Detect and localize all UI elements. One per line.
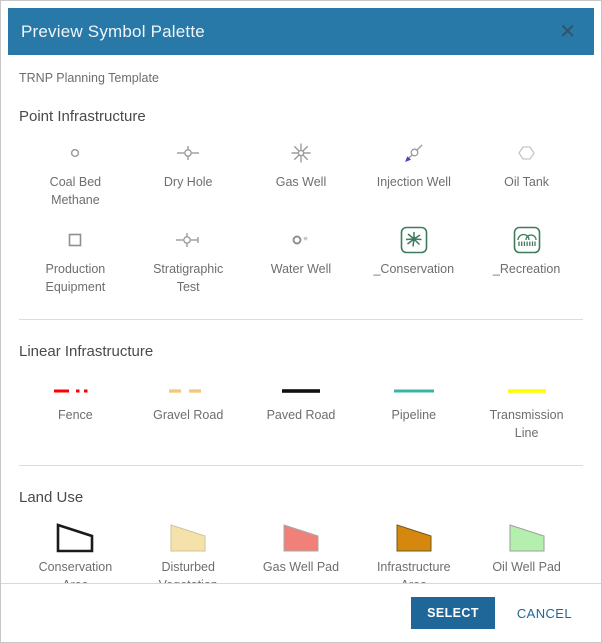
palette-item-gravel-road: Gravel Road — [132, 378, 245, 442]
disturbed-vegetation-polygon-symbol — [167, 520, 209, 556]
preview-symbol-palette-dialog: Preview Symbol Palette ✕ TRNP Planning T… — [0, 0, 602, 643]
palette-item-label: Gravel Road — [153, 407, 223, 425]
palette-item-coal-bed-methane: Coal Bed Methane — [19, 135, 132, 209]
palette-item-label: Water Well — [271, 261, 331, 279]
palette-item-injection-well: Injection Well — [357, 135, 470, 209]
fence-line-symbol — [53, 378, 97, 404]
oil-well-pad-polygon-symbol — [506, 520, 548, 556]
palette-item-paved-road: Paved Road — [245, 378, 358, 442]
palette-item-transmission-line: Transmission Line — [470, 378, 583, 442]
conservation-icon — [400, 222, 428, 258]
palette-item-pipeline: Pipeline — [357, 378, 470, 442]
dialog-title: Preview Symbol Palette — [21, 22, 205, 42]
palette-item-label: Paved Road — [267, 407, 336, 425]
palette-item-recreation: _Recreation — [470, 222, 583, 296]
palette-item-water-well: Water Well — [245, 222, 358, 296]
gravel-road-line-symbol — [166, 378, 210, 404]
dialog-body: TRNP Planning Template Point Infrastruct… — [8, 71, 594, 607]
section-heading-linear-infrastructure: Linear Infrastructure — [19, 343, 583, 360]
palette-item-label: Coal Bed Methane — [27, 174, 123, 209]
palette-item-oil-tank: Oil Tank — [470, 135, 583, 209]
palette-item-label: Production Equipment — [27, 261, 123, 296]
paved-road-line-symbol — [279, 378, 323, 404]
gas-well-symbol — [289, 135, 313, 171]
section-divider — [19, 319, 583, 320]
palette-item-label: Gas Well Pad — [263, 559, 339, 577]
palette-item-label: Pipeline — [392, 407, 436, 425]
select-button[interactable]: SELECT — [411, 597, 495, 629]
pipeline-line-symbol — [392, 378, 436, 404]
section-divider — [19, 465, 583, 466]
palette-item-label: Oil Tank — [504, 174, 549, 192]
cancel-button[interactable]: CANCEL — [509, 600, 580, 627]
infrastructure-area-polygon-symbol — [393, 520, 435, 556]
palette-item-label: _Recreation — [493, 261, 560, 279]
palette-item-stratigraphic-test: Stratigraphic Test — [132, 222, 245, 296]
palette-item-fence: Fence — [19, 378, 132, 442]
palette-item-label: _Conservation — [373, 261, 454, 279]
palette-item-gas-well: Gas Well — [245, 135, 358, 209]
template-name-label: TRNP Planning Template — [19, 71, 583, 85]
dialog-header: Preview Symbol Palette ✕ — [8, 8, 594, 55]
production-equipment-symbol — [65, 222, 85, 258]
palette-item-label: Stratigraphic Test — [140, 261, 236, 296]
section-heading-land-use: Land Use — [19, 489, 583, 506]
dry-hole-symbol — [176, 135, 200, 171]
palette-item-production-equipment: Production Equipment — [19, 222, 132, 296]
linear-infrastructure-grid: Fence Gravel Road Paved Road — [19, 378, 583, 455]
recreation-icon — [513, 222, 541, 258]
coal-bed-methane-symbol — [64, 135, 86, 171]
water-well-symbol — [290, 222, 312, 258]
palette-item-conservation: _Conservation — [357, 222, 470, 296]
point-infrastructure-grid: Coal Bed Methane Dry Hole — [19, 135, 583, 309]
palette-item-label: Fence — [58, 407, 93, 425]
palette-item-label: Oil Well Pad — [492, 559, 561, 577]
palette-item-label: Dry Hole — [164, 174, 213, 192]
conservation-area-polygon-symbol — [54, 520, 96, 556]
close-icon[interactable]: ✕ — [557, 20, 578, 44]
palette-item-dry-hole: Dry Hole — [132, 135, 245, 209]
dialog-footer: SELECT CANCEL — [1, 583, 601, 642]
palette-item-label: Gas Well — [276, 174, 326, 192]
oil-tank-symbol — [516, 135, 538, 171]
transmission-line-symbol — [505, 378, 549, 404]
palette-item-label: Transmission Line — [479, 407, 575, 442]
palette-item-label: Injection Well — [377, 174, 451, 192]
gas-well-pad-polygon-symbol — [280, 520, 322, 556]
stratigraphic-test-symbol — [175, 222, 201, 258]
section-heading-point-infrastructure: Point Infrastructure — [19, 108, 583, 125]
injection-well-symbol — [402, 135, 426, 171]
